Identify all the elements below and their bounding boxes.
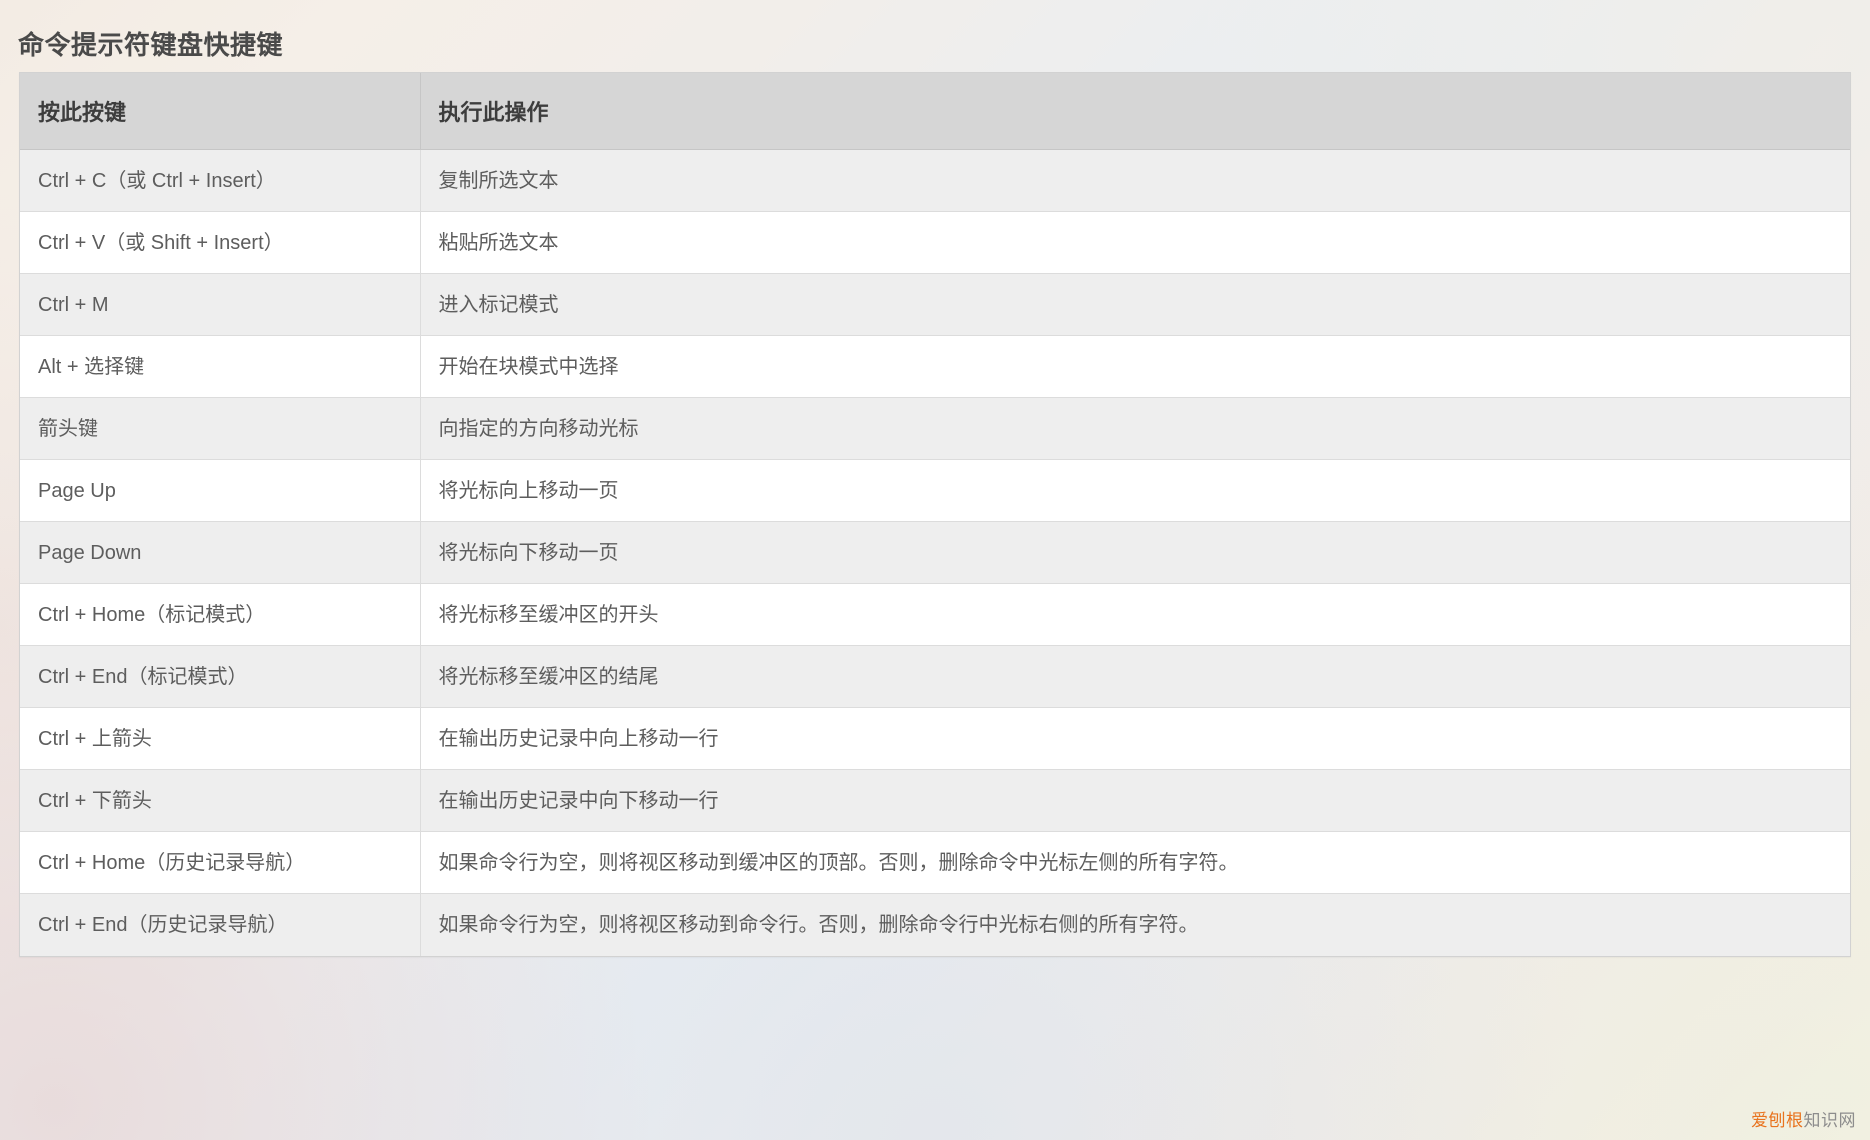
table-body: Ctrl + C（或 Ctrl + Insert） 复制所选文本 Ctrl + … bbox=[20, 149, 1850, 956]
table-row: Ctrl + Home（标记模式） 将光标移至缓冲区的开头 bbox=[20, 583, 1850, 646]
table-row: Ctrl + V（或 Shift + Insert） 粘贴所选文本 bbox=[20, 211, 1850, 274]
cell-action: 将光标向下移动一页 bbox=[420, 521, 1850, 584]
table-header-row: 按此按键 执行此操作 bbox=[20, 73, 1850, 150]
cell-action: 将光标移至缓冲区的结尾 bbox=[420, 645, 1850, 708]
shortcuts-table-container: 按此按键 执行此操作 Ctrl + C（或 Ctrl + Insert） 复制所… bbox=[19, 72, 1851, 957]
cell-action: 将光标向上移动一页 bbox=[420, 459, 1850, 522]
table-row: Page Up 将光标向上移动一页 bbox=[20, 459, 1850, 522]
cell-key: Ctrl + V（或 Shift + Insert） bbox=[20, 211, 421, 274]
table-row: Ctrl + End（历史记录导航） 如果命令行为空，则将视区移动到命令行。否则… bbox=[20, 893, 1850, 956]
cell-action: 如果命令行为空，则将视区移动到缓冲区的顶部。否则，删除命令中光标左侧的所有字符。 bbox=[420, 831, 1850, 894]
cell-action: 进入标记模式 bbox=[420, 273, 1850, 336]
cell-action: 在输出历史记录中向下移动一行 bbox=[420, 769, 1850, 832]
column-header-key: 按此按键 bbox=[20, 73, 421, 150]
cell-key: Page Down bbox=[20, 521, 421, 584]
cell-key: Ctrl + End（标记模式） bbox=[20, 645, 421, 708]
table-row: Ctrl + 下箭头 在输出历史记录中向下移动一行 bbox=[20, 769, 1850, 832]
cell-key: Ctrl + End（历史记录导航） bbox=[20, 893, 421, 956]
cell-key: Ctrl + C（或 Ctrl + Insert） bbox=[20, 149, 421, 212]
table-row: Ctrl + Home（历史记录导航） 如果命令行为空，则将视区移动到缓冲区的顶… bbox=[20, 831, 1850, 894]
cell-action: 粘贴所选文本 bbox=[420, 211, 1850, 274]
watermark-rest-text: 知识网 bbox=[1803, 1111, 1856, 1130]
column-header-action: 执行此操作 bbox=[420, 73, 1850, 150]
cell-key: Alt + 选择键 bbox=[20, 335, 421, 398]
cell-key: Ctrl + M bbox=[20, 273, 421, 336]
table-row: Ctrl + C（或 Ctrl + Insert） 复制所选文本 bbox=[20, 149, 1850, 212]
table-row: 箭头键 向指定的方向移动光标 bbox=[20, 397, 1850, 460]
cell-action: 将光标移至缓冲区的开头 bbox=[420, 583, 1850, 646]
table-header: 按此按键 执行此操作 bbox=[20, 73, 1850, 150]
cell-key: 箭头键 bbox=[20, 397, 421, 460]
cell-key: Ctrl + Home（标记模式） bbox=[20, 583, 421, 646]
cell-action: 复制所选文本 bbox=[420, 149, 1850, 212]
table-row: Ctrl + 上箭头 在输出历史记录中向上移动一行 bbox=[20, 707, 1850, 770]
cell-key: Ctrl + 下箭头 bbox=[20, 769, 421, 832]
table-row: Page Down 将光标向下移动一页 bbox=[20, 521, 1850, 584]
table-row: Ctrl + M 进入标记模式 bbox=[20, 273, 1850, 336]
cell-key: Page Up bbox=[20, 459, 421, 522]
cell-key: Ctrl + 上箭头 bbox=[20, 707, 421, 770]
watermark-accent-text: 爱刨根 bbox=[1751, 1111, 1804, 1130]
cell-key: Ctrl + Home（历史记录导航） bbox=[20, 831, 421, 894]
table-row: Ctrl + End（标记模式） 将光标移至缓冲区的结尾 bbox=[20, 645, 1850, 708]
cell-action: 如果命令行为空，则将视区移动到命令行。否则，删除命令行中光标右侧的所有字符。 bbox=[420, 893, 1850, 956]
page-title: 命令提示符键盘快捷键 bbox=[18, 30, 284, 61]
cell-action: 向指定的方向移动光标 bbox=[420, 397, 1850, 460]
site-watermark: 爱刨根知识网 bbox=[1751, 1110, 1856, 1132]
shortcuts-table: 按此按键 执行此操作 Ctrl + C（或 Ctrl + Insert） 复制所… bbox=[20, 73, 1850, 956]
cell-action: 在输出历史记录中向上移动一行 bbox=[420, 707, 1850, 770]
page-root: 命令提示符键盘快捷键 按此按键 执行此操作 Ctrl + C（或 Ctrl + … bbox=[0, 0, 1870, 1140]
cell-action: 开始在块模式中选择 bbox=[420, 335, 1850, 398]
table-row: Alt + 选择键 开始在块模式中选择 bbox=[20, 335, 1850, 398]
